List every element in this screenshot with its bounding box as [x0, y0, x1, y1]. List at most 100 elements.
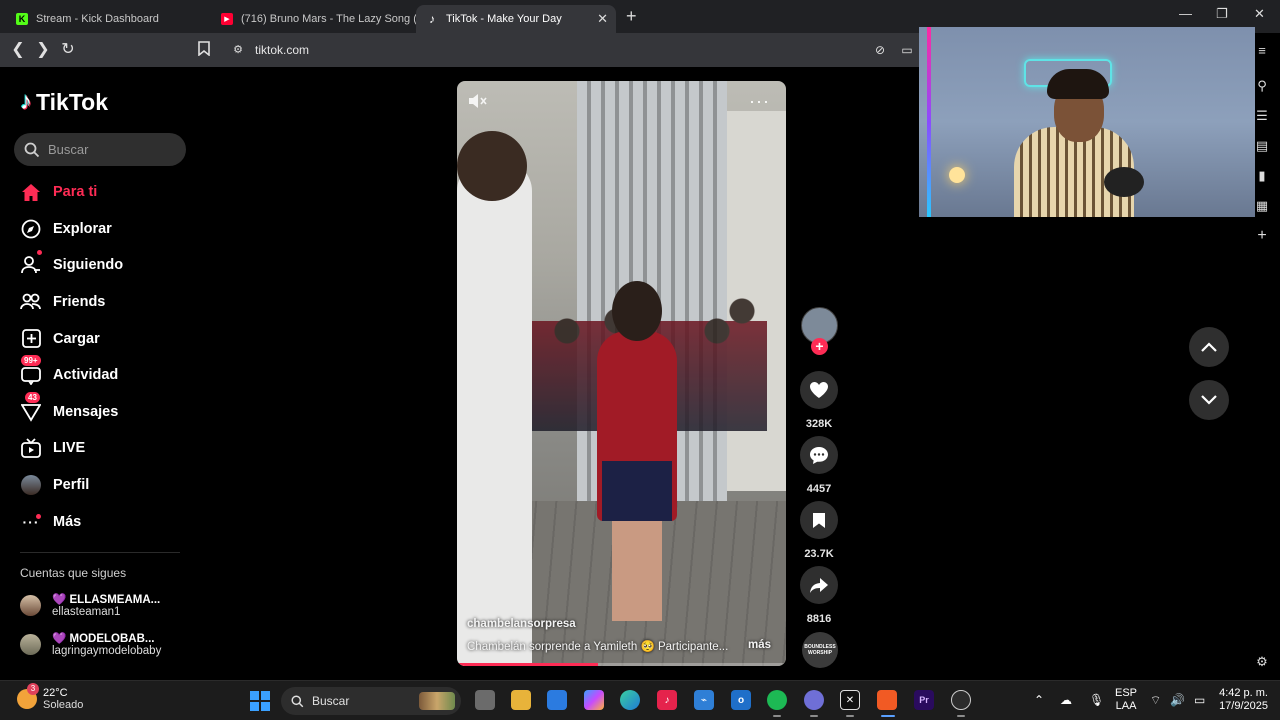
- video-progress-bar[interactable]: [457, 663, 786, 666]
- settings-gear-icon[interactable]: ⚙: [1255, 655, 1269, 669]
- bookmark-icon[interactable]: [195, 41, 213, 59]
- weather-widget[interactable]: 3 22°C Soleado: [17, 683, 84, 711]
- sidebar-item-para-ti[interactable]: Para ti: [20, 174, 123, 211]
- file-explorer-icon[interactable]: [511, 690, 531, 710]
- tray-overflow-chevron-icon[interactable]: ⌃: [1034, 693, 1044, 707]
- add-panel-icon[interactable]: +: [1255, 228, 1269, 244]
- minimize-icon[interactable]: —: [1179, 6, 1192, 21]
- sun-icon: 3: [17, 683, 39, 709]
- close-window-icon[interactable]: ✕: [1254, 6, 1265, 22]
- tiktok-app-icon[interactable]: ♪: [657, 690, 677, 710]
- back-icon[interactable]: ❮: [9, 41, 27, 59]
- friends-icon: [20, 291, 42, 313]
- video-frame-legs: [612, 521, 662, 621]
- microphone-icon[interactable]: 🎙: [1089, 693, 1104, 707]
- weather-desc: Soleado: [43, 699, 84, 711]
- sidebar-item-cargar[interactable]: Cargar: [20, 320, 123, 357]
- mute-icon[interactable]: [468, 93, 488, 109]
- account-handle: ellasteaman1: [52, 606, 121, 618]
- following-account[interactable]: 💜 ELLASMEAMA... ellasteaman1: [20, 592, 160, 618]
- language-indicator[interactable]: ESP LAA: [1115, 687, 1137, 713]
- reload-icon[interactable]: ↻: [59, 41, 77, 59]
- tiktok-logo[interactable]: ♪ TikTok: [20, 88, 108, 116]
- search-highlight-icon: [419, 692, 455, 710]
- save-action: 23.7K: [800, 501, 838, 560]
- wallet-icon[interactable]: ▤: [1255, 139, 1269, 153]
- video-caption-text: Chambelán sorprende a Yamileth 🥺 Partici…: [467, 641, 729, 653]
- sidebar-item-live[interactable]: LIVE: [20, 430, 123, 467]
- cast-off-icon[interactable]: ⊘: [871, 41, 889, 59]
- bookmarks-icon[interactable]: ▮: [1255, 169, 1269, 183]
- following-section-title: Cuentas que sigues: [20, 566, 127, 580]
- vscode-icon[interactable]: ⌁: [694, 690, 714, 710]
- running-indicator: [773, 715, 781, 717]
- playlist-icon[interactable]: ☰: [1255, 109, 1269, 123]
- sidebar-item-siguiendo[interactable]: Siguiendo: [20, 247, 123, 284]
- upload-icon: [20, 328, 42, 350]
- site-settings-icon[interactable]: ⚙: [229, 41, 247, 59]
- cloud-icon[interactable]: ☁: [1060, 693, 1072, 707]
- microphone: [1104, 167, 1144, 197]
- share-button[interactable]: [800, 566, 838, 604]
- windows-start-button[interactable]: [250, 691, 270, 711]
- reading-list-icon[interactable]: ▦: [1255, 199, 1269, 213]
- like-button[interactable]: [800, 371, 838, 409]
- screen-share-icon[interactable]: ▭: [898, 41, 916, 59]
- menu-icon[interactable]: ≡: [1255, 44, 1269, 58]
- outlook-icon[interactable]: o: [731, 690, 751, 710]
- video-author[interactable]: chambelansorpresa: [467, 618, 576, 630]
- close-tab-icon[interactable]: ✕: [597, 11, 608, 27]
- caption-more-link[interactable]: más: [748, 639, 771, 651]
- app-grid-icon[interactable]: [804, 690, 824, 710]
- tab-kick-dashboard[interactable]: K Stream - Kick Dashboard: [6, 5, 211, 33]
- search-bar[interactable]: [14, 133, 186, 166]
- battery-icon[interactable]: ▭: [1194, 693, 1205, 707]
- comment-button[interactable]: [800, 436, 838, 474]
- logo-text: TikTok: [36, 88, 108, 115]
- sidebar-item-explorar[interactable]: Explorar: [20, 211, 123, 248]
- video-more-options-icon[interactable]: ···: [749, 91, 770, 112]
- sound-disc[interactable]: BOUNDLESS WORSHIP: [802, 632, 838, 668]
- taskbar-search[interactable]: Buscar: [281, 687, 461, 715]
- follow-plus-button[interactable]: +: [811, 338, 828, 355]
- address-bar[interactable]: tiktok.com: [255, 43, 309, 57]
- forward-icon[interactable]: ❯: [34, 41, 52, 59]
- volume-icon[interactable]: 🔊: [1170, 693, 1185, 707]
- new-tab-button[interactable]: +: [626, 6, 637, 27]
- restore-icon[interactable]: ❐: [1216, 6, 1228, 22]
- sidebar-item-mensajes[interactable]: 43 Mensajes: [20, 391, 123, 431]
- profile-avatar: [20, 474, 42, 496]
- sidebar-item-friends[interactable]: Friends: [20, 284, 123, 321]
- account-handle: lagringaymodelobaby: [52, 645, 162, 657]
- spotify-icon[interactable]: [767, 690, 787, 710]
- capcut-icon[interactable]: ✕: [840, 690, 860, 710]
- messages-icon: [20, 401, 42, 423]
- previous-video-button[interactable]: [1189, 327, 1229, 367]
- avatar: [20, 633, 41, 655]
- clock[interactable]: 4:42 p. m. 17/9/2025: [1216, 687, 1268, 713]
- tab-youtube[interactable]: ▶ (716) Bruno Mars - The Lazy Song (O: [211, 5, 416, 33]
- kick-favicon-icon: K: [16, 12, 28, 25]
- search-input[interactable]: [48, 142, 168, 157]
- premiere-icon[interactable]: Pr: [914, 690, 934, 710]
- tab-tiktok[interactable]: ♪ TikTok - Make Your Day ✕: [416, 4, 616, 33]
- edge-icon[interactable]: [620, 690, 640, 710]
- webcam-overlay: [919, 27, 1255, 217]
- tab-label: (716) Bruno Mars - The Lazy Song (O: [241, 12, 416, 25]
- pin-icon[interactable]: ⚲: [1255, 79, 1269, 93]
- obs-icon[interactable]: [951, 690, 971, 710]
- copilot-icon[interactable]: [584, 690, 604, 710]
- video-player[interactable]: ··· chambelansorpresa Chambelán sorprend…: [457, 81, 786, 666]
- brave-icon[interactable]: [877, 690, 897, 710]
- sidebar-item-label: LIVE: [53, 440, 86, 457]
- microsoft-store-icon[interactable]: [547, 690, 567, 710]
- wifi-icon[interactable]: ⌔: [1150, 693, 1161, 708]
- next-video-button[interactable]: [1189, 380, 1229, 420]
- save-button[interactable]: [800, 501, 838, 539]
- task-view-icon[interactable]: [475, 690, 495, 710]
- sidebar-menu: Para ti Explorar Siguiendo Friends Carga…: [20, 174, 123, 540]
- sidebar-item-perfil[interactable]: Perfil: [20, 467, 123, 504]
- sidebar-item-mas[interactable]: ··· Más: [20, 503, 123, 540]
- following-account[interactable]: 💜 MODELOBAB... lagringaymodelobaby: [20, 631, 161, 657]
- sidebar-item-actividad[interactable]: 99+ Actividad: [20, 354, 123, 394]
